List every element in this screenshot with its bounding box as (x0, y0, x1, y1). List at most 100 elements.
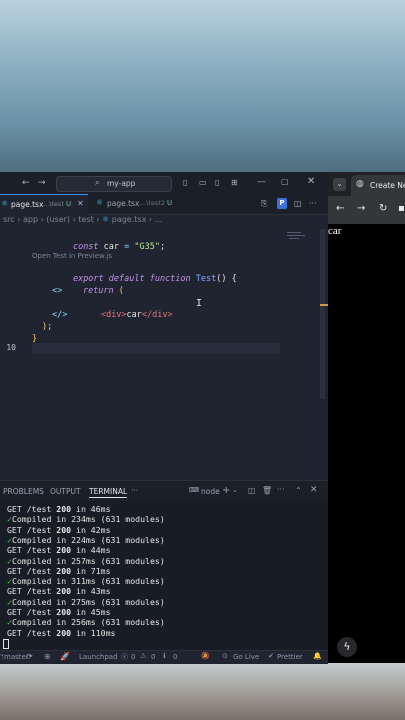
split-editor-icon[interactable]: ◫ (294, 197, 302, 211)
maximize-icon[interactable]: ▢ (281, 175, 289, 189)
more-actions-icon[interactable]: ··· (309, 197, 317, 211)
check-icon: ✔ (268, 652, 274, 660)
terminal-shell-name[interactable]: node (201, 487, 220, 496)
chevron-down-icon[interactable]: ⌄ (232, 486, 238, 494)
minimap[interactable] (285, 229, 307, 249)
breadcrumb-item[interactable]: ... (155, 215, 163, 224)
desktop-background-bottom (0, 663, 405, 720)
launchpad-label[interactable]: Launchpad (79, 653, 118, 661)
info-count[interactable]: 0 (173, 653, 177, 661)
tab-page-test[interactable]: ⚛ page.tsx ...\test U ✕ (0, 194, 88, 215)
sync-icon[interactable]: ⟳ (26, 652, 33, 661)
tab-close-icon[interactable]: ✕ (77, 199, 84, 208)
home-icon[interactable]: ▪ (398, 203, 405, 214)
lightning-icon[interactable]: ϟ (337, 637, 357, 657)
scrollbar-marker (320, 304, 328, 306)
terminal-compiled-line: ✓Compiled in 256ms (631 modules) (7, 617, 165, 628)
desktop-background-top (0, 0, 405, 172)
terminal-request-line: GET /test 200 in 42ms (7, 524, 111, 535)
error-count[interactable]: 0 (131, 653, 135, 661)
current-line-highlight (32, 343, 280, 354)
text-cursor-icon: I (196, 298, 203, 309)
terminal[interactable]: GET /test 200 in 46ms ✓Compiled in 234ms … (0, 501, 328, 650)
tab-output[interactable]: OUTPUT (50, 487, 81, 496)
search-icon: ⌕ (95, 178, 100, 187)
minimize-icon[interactable]: — (257, 175, 266, 189)
warning-icon: ⚠ (140, 652, 147, 660)
favicon-icon: ◍ (356, 179, 364, 189)
terminal-request-line: GET /test 200 in 44ms (7, 545, 111, 556)
search-label: my-app (107, 179, 136, 188)
editor-tabs: ⚛ page.tsx ...\test U ✕ ⚛ page.tsx ...\t… (0, 194, 328, 215)
warning-count[interactable]: 0 (151, 653, 155, 661)
bell-slash-icon[interactable]: 🔕 (201, 652, 210, 660)
prettier-label[interactable]: Prettier (277, 653, 303, 661)
terminal-shell-icon: ⌨ (189, 486, 200, 494)
tab-status: U (66, 200, 72, 208)
tab-name: page.tsx (11, 200, 44, 209)
split-terminal-icon[interactable]: ◫ (248, 486, 256, 495)
maximize-panel-icon[interactable]: ⌃ (295, 486, 302, 495)
customize-layout-icon[interactable]: ⊞ (231, 176, 238, 190)
tab-name: page.tsx (107, 199, 140, 208)
tab-problems[interactable]: PROBLEMS (3, 487, 44, 496)
command-center-search[interactable]: ⌕ my-app (56, 176, 172, 192)
browser-tab[interactable]: ◍ Create Ne (351, 175, 405, 196)
toggle-secondary-sidebar-icon[interactable]: ▯ (215, 176, 219, 190)
info-icon: ℹ (163, 652, 166, 660)
react-file-icon: ⚛ (102, 215, 110, 224)
back-arrow-icon[interactable]: ← (336, 203, 344, 214)
forward-arrow-icon[interactable]: → (357, 203, 365, 214)
breadcrumb-item[interactable]: (user) (46, 215, 70, 224)
code-editor[interactable]: 10 const car = "G35"; Open Test in Previ… (0, 229, 328, 476)
terminal-compiled-line: ✓Compiled in 257ms (631 modules) (7, 555, 165, 566)
terminal-cursor (3, 638, 9, 649)
preview-p-icon[interactable]: P (277, 198, 287, 209)
terminal-request-line: GET /test 200 in 71ms (7, 565, 111, 576)
code-line-3: export default function Test() { (72, 274, 237, 284)
trash-icon[interactable]: 🗑 (262, 486, 272, 495)
terminal-compiled-line: ✓Compiled in 234ms (631 modules) (7, 514, 165, 525)
back-arrow-icon[interactable]: ← (22, 176, 30, 190)
forward-arrow-icon[interactable]: → (38, 176, 46, 190)
page-text: car (328, 225, 342, 237)
reload-icon[interactable]: ↻ (379, 203, 387, 214)
notifications-icon[interactable]: 🔔 (313, 652, 322, 660)
compare-icon[interactable]: ⎘ (261, 197, 267, 211)
tab-terminal[interactable]: TERMINAL (89, 487, 128, 498)
terminal-request-line: GET /test 200 in 110ms (7, 627, 116, 638)
breadcrumb-item[interactable]: page.tsx (112, 215, 147, 224)
terminal-compiled-line: ✓Compiled in 275ms (631 modules) (7, 596, 165, 607)
terminal-compiled-line: ✓Compiled in 224ms (631 modules) (7, 534, 165, 545)
tab-path: ...\test2 (140, 199, 166, 207)
code-line-8: ); (42, 322, 53, 332)
tab-page-test2[interactable]: ⚛ page.tsx ...\test2 U (95, 194, 185, 214)
tab-more[interactable]: ··· (131, 486, 138, 495)
breadcrumb: src › app › (user) › test › ⚛ page.tsx ›… (3, 215, 163, 224)
browser-tabstrip: ⌄ ◍ Create Ne (328, 172, 405, 196)
code-line-5: <> (52, 286, 63, 296)
close-panel-icon[interactable]: ✕ (310, 485, 318, 495)
code-area[interactable]: const car = "G35"; Open Test in Preview.… (32, 229, 322, 476)
vscode-window: ← → ⌕ my-app ▯ ▭ ▯ ⊞ — ▢ ✕ ⚛ page.tsx ..… (0, 172, 328, 664)
close-icon[interactable]: ✕ (307, 175, 315, 189)
code-line-6: <div>car</div> (100, 310, 173, 320)
more-icon[interactable]: ··· (277, 485, 285, 494)
new-terminal-icon[interactable]: + (222, 485, 230, 496)
panel-header: PROBLEMS OUTPUT TERMINAL ··· ⌨ node + ⌄ … (0, 480, 328, 501)
breadcrumb-item[interactable]: src (3, 215, 15, 224)
browser-tab-title: Create Ne (370, 181, 405, 190)
react-file-icon: ⚛ (1, 199, 9, 208)
editor-scrollbar[interactable] (320, 229, 325, 399)
toggle-panel-icon[interactable]: ▭ (199, 176, 207, 190)
golive-label[interactable]: Go Live (233, 653, 259, 661)
line-number: 10 (6, 343, 16, 352)
golive-icon: ⊙ (222, 652, 228, 660)
toggle-sidebar-icon[interactable]: ▯ (183, 176, 187, 190)
tab-status: U (167, 199, 173, 207)
breadcrumb-item[interactable]: test (78, 215, 93, 224)
code-line-1: const car = "G35"; (72, 242, 166, 252)
breadcrumb-item[interactable]: app (23, 215, 38, 224)
remote-icon[interactable]: ⊕ (44, 652, 51, 661)
tab-list-chevron-icon[interactable]: ⌄ (333, 178, 346, 191)
